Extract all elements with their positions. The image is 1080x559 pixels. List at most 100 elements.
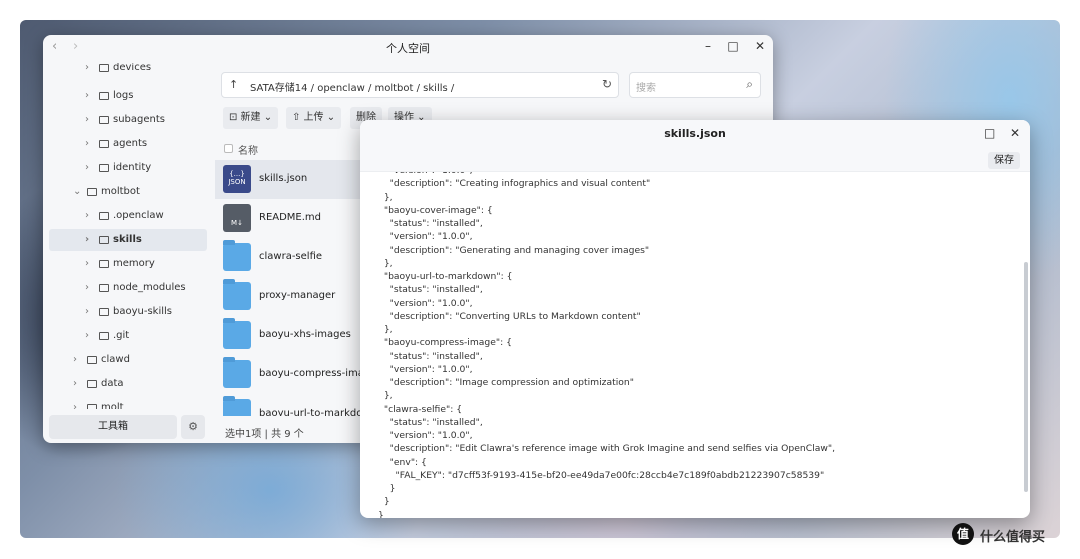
file-name: clawra-selfie [259, 251, 323, 262]
folder-icon [87, 188, 97, 196]
tree-item-subagents[interactable]: › subagents [49, 109, 207, 131]
path-bar[interactable]: ↑ SATA存储14 / openclaw / moltbot / skills… [221, 72, 619, 98]
folder-tree: › devices › logs › subagents › agents › … [49, 63, 207, 409]
tree-item-label: subagents [113, 114, 165, 125]
tree-item-label: identity [113, 162, 152, 173]
code-line: }, [378, 324, 393, 335]
code-line: "status": "installed", [378, 284, 483, 296]
tree-item-label: molt [101, 402, 124, 409]
chevron-right-icon[interactable]: › [85, 114, 89, 125]
tree-item-moltbot[interactable]: ⌄ moltbot [49, 181, 207, 203]
tree-item-label: logs [113, 90, 134, 101]
folder-icon [99, 140, 109, 148]
arrow-up-icon[interactable]: ↑ [229, 78, 238, 91]
tree-item-label: skills [113, 234, 142, 245]
close-button[interactable]: ✕ [1010, 126, 1020, 140]
code-editor[interactable]: "version": "1.0.0", "description": "Crea… [360, 172, 1020, 518]
select-all-checkbox[interactable] [224, 144, 233, 153]
file-name: README.md [259, 212, 322, 223]
tree-item-baoyu-skills[interactable]: › baoyu-skills [49, 301, 207, 323]
tree-item-clawd[interactable]: › clawd [49, 349, 207, 371]
save-button[interactable]: 保存 [988, 152, 1020, 169]
tree-item-agents[interactable]: › agents [49, 133, 207, 155]
chevron-right-icon[interactable]: › [73, 354, 77, 365]
tree-item-logs[interactable]: › logs [49, 85, 207, 107]
search-input[interactable]: 搜索 ⌕ [629, 72, 761, 98]
maximize-button[interactable]: □ [726, 39, 740, 53]
editor-toolbar: 保存 [360, 148, 1030, 172]
code-line: "version": "1.0.0", [378, 363, 473, 375]
refresh-icon[interactable]: ↻ [602, 77, 612, 91]
folder-icon [99, 284, 109, 292]
tree-item-git[interactable]: › .git [49, 325, 207, 347]
folder-icon [223, 357, 251, 388]
chevron-right-icon[interactable]: › [73, 378, 77, 389]
code-line: }, [378, 390, 393, 402]
folder-icon [223, 240, 251, 271]
folder-icon [99, 332, 109, 340]
watermark-logo-icon: 值 [952, 523, 974, 545]
code-line: "status": "installed", [378, 218, 483, 229]
chevron-right-icon[interactable]: › [85, 63, 89, 73]
chevron-right-icon[interactable]: › [85, 306, 89, 317]
chevron-right-icon[interactable]: › [85, 138, 89, 149]
code-line: } [378, 509, 384, 519]
chevron-right-icon[interactable]: › [85, 90, 89, 101]
column-name-label[interactable]: 名称 [238, 142, 258, 157]
code-line: "description": "Edit Clawra's reference … [378, 443, 835, 455]
folder-icon [99, 116, 109, 124]
tree-item-label: devices [113, 63, 152, 73]
folder-icon [223, 318, 251, 349]
code-line: "description": "Creating infographics an… [378, 178, 651, 190]
tree-item-label: data [101, 378, 124, 389]
code-line: } [378, 483, 396, 494]
file-manager-titlebar: ‹ › 个人空间 – □ ✕ [43, 35, 773, 61]
minimize-button[interactable]: – [701, 39, 715, 53]
tree-item-data[interactable]: › data [49, 373, 207, 395]
upload-button[interactable]: ⇧ 上传 ⌄ [286, 107, 342, 129]
folder-icon [99, 212, 109, 220]
code-line: "description": "Converting URLs to Markd… [378, 310, 641, 322]
chevron-right-icon[interactable]: › [85, 234, 89, 245]
chevron-right-icon[interactable]: › [85, 162, 89, 173]
code-line: "baoyu-cover-image": { [378, 204, 493, 216]
tree-item-label: .openclaw [113, 210, 164, 221]
gear-icon[interactable]: ⚙ [181, 415, 205, 439]
tree-item-skills[interactable]: › skills [49, 229, 207, 251]
tree-item-label: node_modules [113, 282, 186, 293]
chevron-right-icon[interactable]: › [85, 282, 89, 293]
folder-icon [223, 279, 251, 310]
tree-item-identity[interactable]: › identity [49, 157, 207, 179]
search-placeholder: 搜索 [636, 83, 656, 94]
code-line: } [378, 496, 390, 508]
editor-titlebar: skills.json □ ✕ [360, 120, 1030, 148]
chevron-right-icon[interactable]: › [85, 258, 89, 269]
new-button[interactable]: ⊡ 新建 ⌄ [223, 107, 279, 129]
folder-icon [99, 64, 109, 72]
chevron-right-icon[interactable]: › [73, 402, 77, 409]
folder-icon [99, 308, 109, 316]
chevron-right-icon[interactable]: › [85, 330, 89, 341]
tree-item-openclaw[interactable]: › .openclaw [49, 205, 207, 227]
tree-item-memory[interactable]: › memory [49, 253, 207, 275]
file-name: proxy-manager [259, 290, 336, 301]
tree-item-devices[interactable]: › devices [49, 63, 207, 79]
chevron-down-icon[interactable]: ⌄ [73, 186, 81, 197]
folder-icon [99, 164, 109, 172]
chevron-right-icon[interactable]: › [85, 210, 89, 221]
search-icon[interactable]: ⌕ [746, 77, 753, 92]
breadcrumb[interactable]: SATA存储14 / openclaw / moltbot / skills / [250, 79, 454, 94]
close-button[interactable]: ✕ [753, 39, 767, 53]
tree-item-node-modules[interactable]: › node_modules [49, 277, 207, 299]
code-line: "FAL_KEY": "d7cff53f-9193-415e-bf20-ee49… [378, 469, 825, 481]
tree-item-molt[interactable]: › molt [49, 397, 207, 409]
code-line: "status": "installed", [378, 416, 483, 428]
maximize-button[interactable]: □ [984, 126, 995, 140]
code-line: "description": "Generating and managing … [378, 244, 650, 256]
code-line: "clawra-selfie": { [378, 403, 463, 415]
toolbox-button[interactable]: 工具箱 [49, 415, 177, 439]
code-line: "description": "Image compression and op… [378, 377, 634, 388]
vertical-scrollbar[interactable] [1024, 262, 1028, 492]
code-line: "baoyu-url-to-markdown": { [378, 271, 513, 282]
tree-item-label: baoyu-skills [113, 306, 173, 317]
